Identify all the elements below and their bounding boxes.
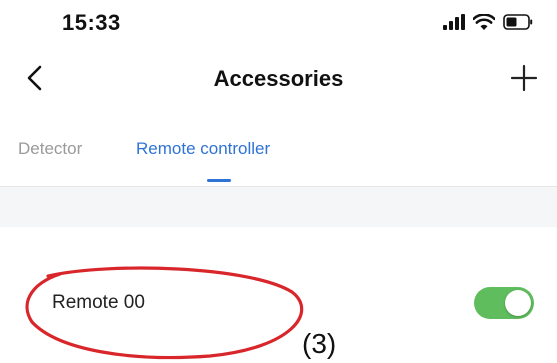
annotation-ellipse	[25, 266, 304, 360]
accessories-screen: 15:33 Accessories Detector Remote contro…	[0, 0, 557, 363]
annotation-label: (3)	[302, 328, 337, 359]
